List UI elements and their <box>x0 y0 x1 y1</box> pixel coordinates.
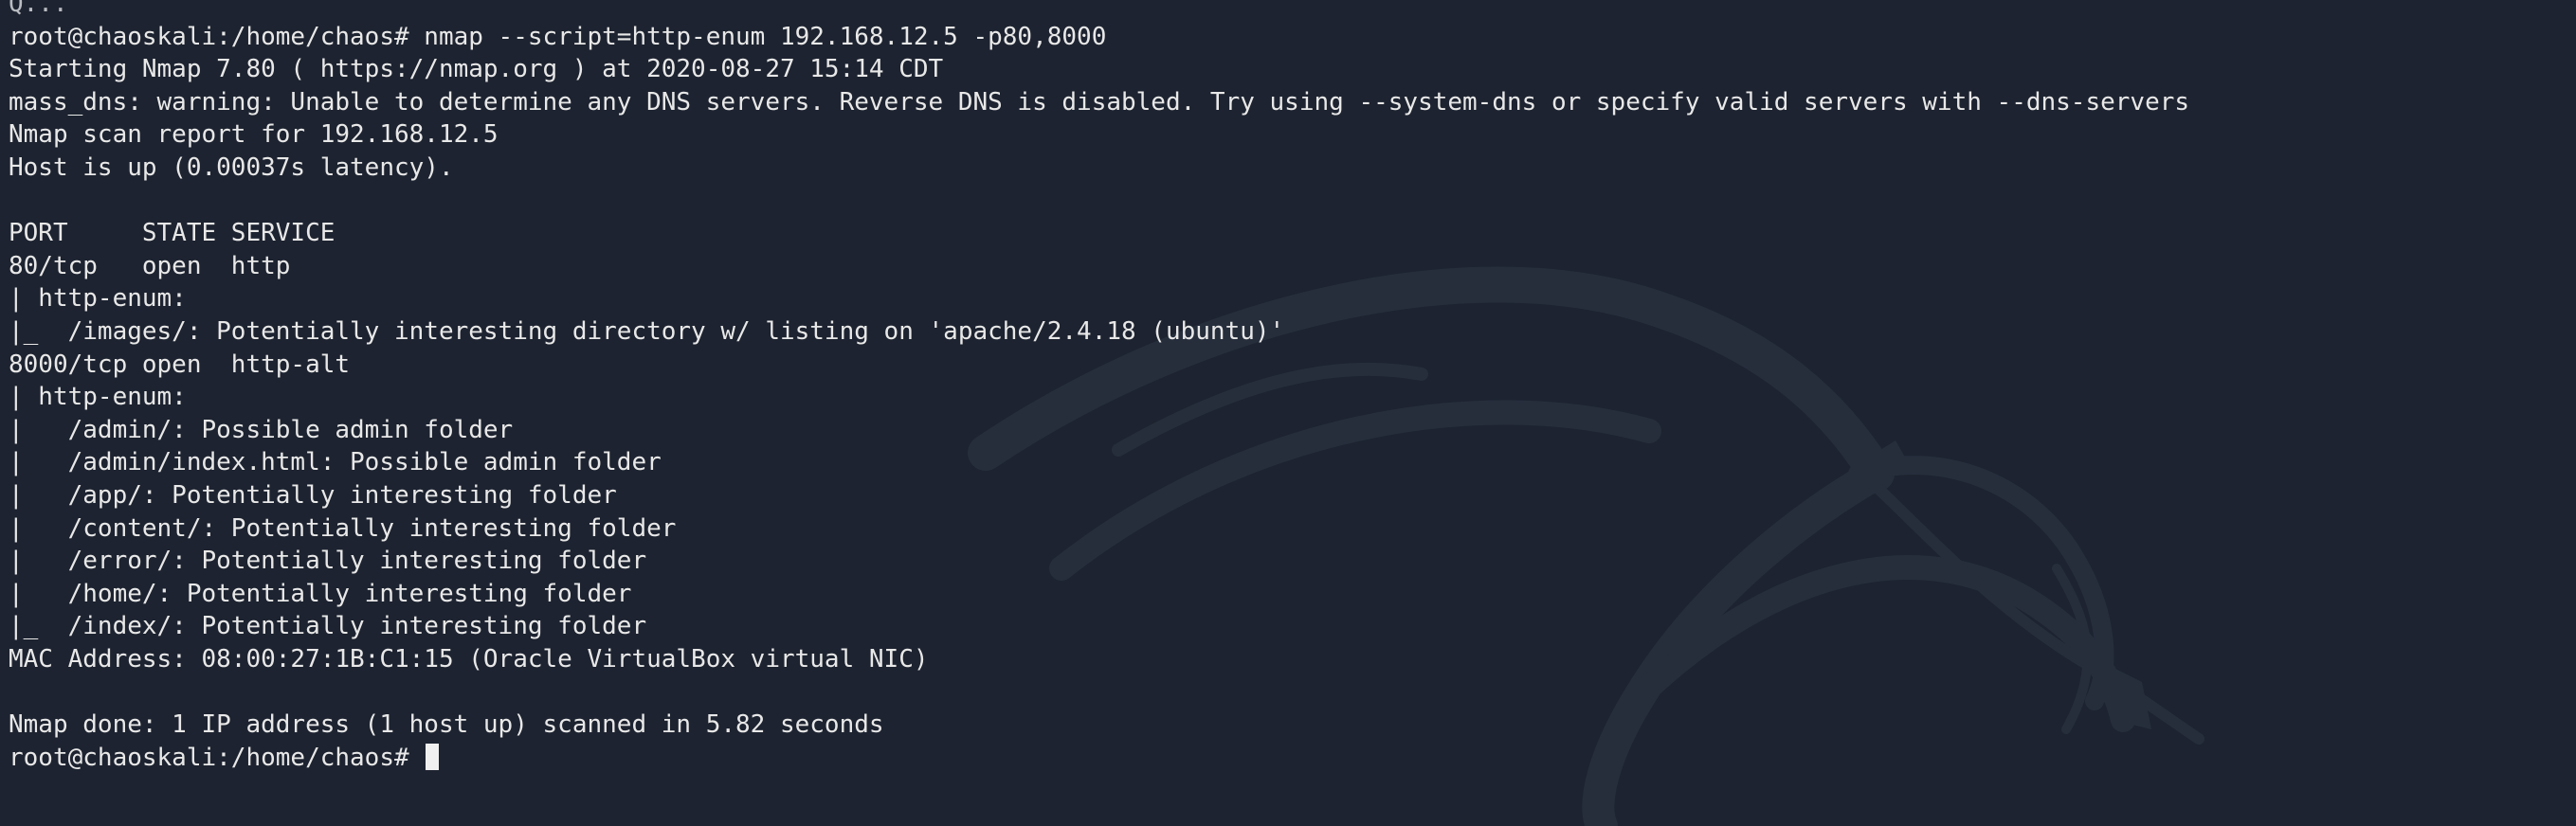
terminal-prompt-line[interactable]: root@chaoskali:/home/chaos# <box>9 742 2189 775</box>
terminal-line: | /error/: Potentially interesting folde… <box>9 547 647 576</box>
terminal-line: | /admin/: Possible admin folder <box>9 415 514 444</box>
terminal-line: Nmap scan report for 192.168.12.5 <box>9 120 499 150</box>
terminal-line: 8000/tcp open http-alt <box>9 350 351 379</box>
terminal-line: mass_dns: warning: Unable to determine a… <box>9 87 2190 117</box>
block-cursor[interactable] <box>426 743 440 770</box>
terminal-line: Q... <box>9 0 68 18</box>
terminal-line: MAC Address: 08:00:27:1B:C1:15 (Oracle V… <box>9 644 929 673</box>
terminal-output[interactable]: Q... root@chaoskali:/home/chaos# nmap --s… <box>9 0 2189 774</box>
terminal-line: PORT STATE SERVICE <box>9 219 336 248</box>
terminal-line: | http-enum: <box>9 284 187 314</box>
terminal-line: | /admin/index.html: Possible admin fold… <box>9 448 662 477</box>
terminal-line: Host is up (0.00037s latency). <box>9 153 454 182</box>
terminal-line: |_ /index/: Potentially interesting fold… <box>9 612 647 641</box>
shell-prompt: root@chaoskali:/home/chaos# <box>9 743 425 772</box>
terminal-line: Starting Nmap 7.80 ( https://nmap.org ) … <box>9 55 944 84</box>
terminal-line: root@chaoskali:/home/chaos# nmap --scrip… <box>9 22 1107 51</box>
terminal-line: | /content/: Potentially interesting fol… <box>9 513 677 543</box>
terminal-window[interactable]: Q... root@chaoskali:/home/chaos# nmap --s… <box>0 0 2576 826</box>
terminal-line: |_ /images/: Potentially interesting dir… <box>9 316 1285 346</box>
terminal-line: Nmap done: 1 IP address (1 host up) scan… <box>9 710 884 740</box>
terminal-line: | http-enum: <box>9 383 187 412</box>
terminal-line: | /home/: Potentially interesting folder <box>9 579 632 608</box>
terminal-line: 80/tcp open http <box>9 251 291 280</box>
terminal-line: | /app/: Potentially interesting folder <box>9 480 617 510</box>
